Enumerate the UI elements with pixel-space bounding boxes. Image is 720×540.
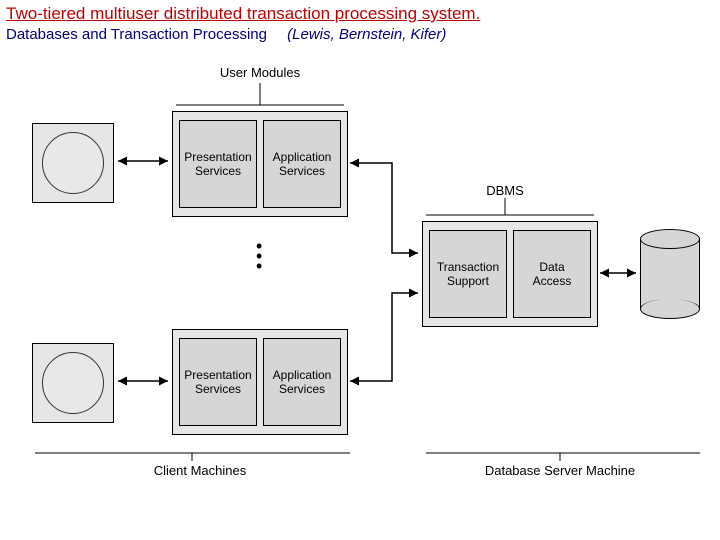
application-services-2: ApplicationServices: [263, 338, 341, 426]
presentation-services-1: PresentationServices: [179, 120, 257, 208]
page-title: Two-tiered multiuser distributed transac…: [0, 0, 720, 24]
diagram-canvas: User Modules DBMS PresentationServices A…: [0, 43, 720, 533]
subtitle-line: Databases and Transaction Processing (Le…: [0, 24, 720, 43]
label-dbms: DBMS: [475, 183, 535, 198]
dbms-container: TransactionSupport DataAccess: [422, 221, 598, 327]
transaction-support: TransactionSupport: [429, 230, 507, 318]
presentation-services-2: PresentationServices: [179, 338, 257, 426]
user-module-2: PresentationServices ApplicationServices: [172, 329, 348, 435]
data-access: DataAccess: [513, 230, 591, 318]
connectors: [0, 43, 720, 533]
user-terminal-1: [32, 123, 114, 203]
user-terminal-2: [32, 343, 114, 423]
terminal-circle-icon: [42, 352, 104, 414]
ellipsis-dots: •••: [256, 241, 262, 271]
user-module-1: PresentationServices ApplicationServices: [172, 111, 348, 217]
label-db-server: Database Server Machine: [470, 463, 650, 478]
database-cylinder-icon: [640, 229, 700, 319]
subtitle-authors: (Lewis, Bernstein, Kifer): [287, 26, 446, 43]
label-user-modules: User Modules: [190, 65, 330, 80]
application-services-1: ApplicationServices: [263, 120, 341, 208]
subtitle-text: Databases and Transaction Processing: [6, 26, 267, 43]
label-client-machines: Client Machines: [130, 463, 270, 478]
terminal-circle-icon: [42, 132, 104, 194]
